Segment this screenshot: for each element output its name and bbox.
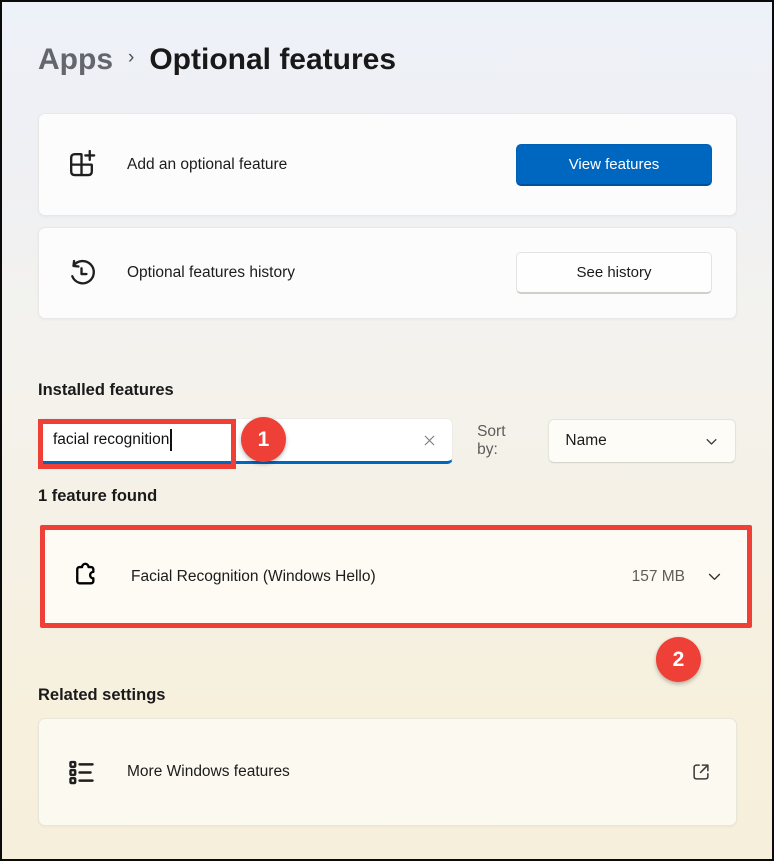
chevron-down-icon: [704, 434, 719, 449]
external-link-icon: [690, 761, 712, 783]
history-icon: [65, 257, 98, 290]
see-history-button[interactable]: See history: [516, 252, 712, 294]
feature-size: 157 MB: [632, 568, 685, 586]
view-features-button[interactable]: View features: [516, 144, 712, 186]
annotation-box-1: [38, 419, 236, 469]
more-windows-features-card[interactable]: More Windows features: [38, 718, 737, 826]
annotation-step-1: 1: [241, 417, 286, 462]
breadcrumb-apps[interactable]: Apps: [38, 40, 113, 80]
add-feature-label: Add an optional feature: [127, 156, 287, 174]
list-icon: [65, 756, 98, 789]
annotation-box-2: Facial Recognition (Windows Hello) 157 M…: [40, 525, 752, 628]
sort-dropdown-value: Name: [565, 432, 606, 450]
more-windows-features-label: More Windows features: [127, 763, 290, 781]
feature-name: Facial Recognition (Windows Hello): [131, 568, 376, 586]
breadcrumb: Apps › Optional features: [38, 40, 736, 80]
feature-row[interactable]: Facial Recognition (Windows Hello) 157 M…: [45, 530, 747, 623]
clear-icon[interactable]: [421, 432, 438, 449]
settings-window: Apps › Optional features Add an optional…: [0, 0, 774, 861]
history-label: Optional features history: [127, 264, 295, 282]
page-title: Optional features: [149, 40, 396, 80]
puzzle-icon: [69, 558, 102, 596]
apps-add-icon: [65, 148, 98, 181]
features-history-card: Optional features history See history: [38, 227, 737, 319]
result-count: 1 feature found: [38, 485, 736, 507]
related-settings-heading: Related settings: [38, 684, 736, 706]
breadcrumb-separator-icon: ›: [128, 38, 134, 78]
sort-by-label: Sort by:: [477, 423, 530, 459]
sort-dropdown[interactable]: Name: [548, 419, 736, 463]
annotation-step-2: 2: [656, 637, 701, 682]
chevron-down-icon[interactable]: [706, 568, 723, 585]
add-optional-feature-card: Add an optional feature View features: [38, 113, 737, 216]
installed-features-heading: Installed features: [38, 379, 736, 401]
